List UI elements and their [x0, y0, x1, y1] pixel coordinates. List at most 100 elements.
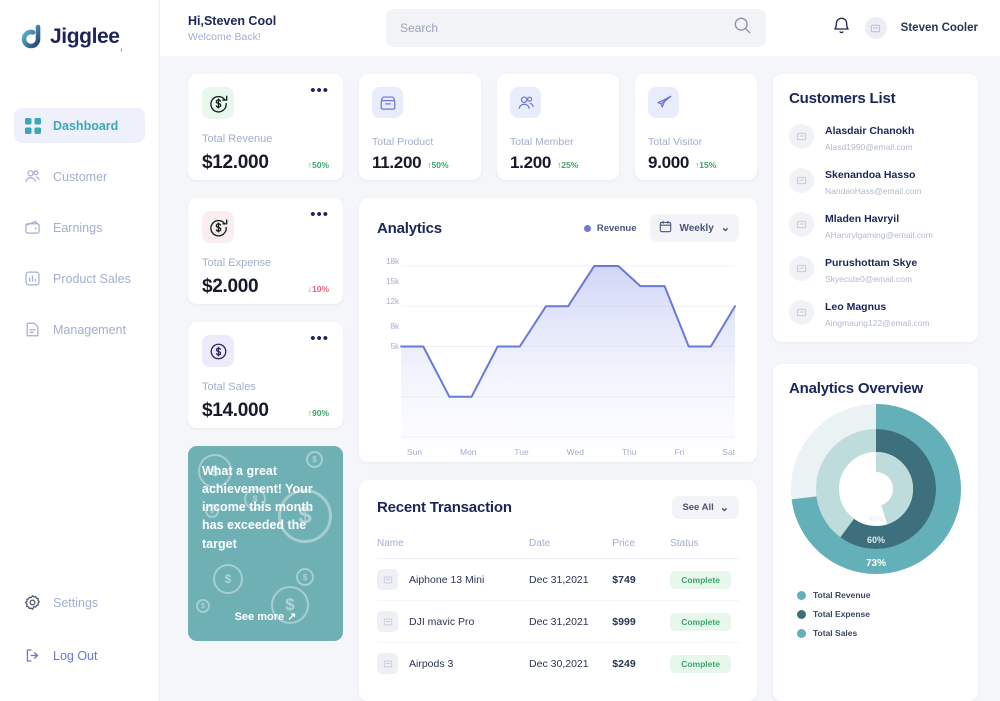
transaction-name: Aiphone 13 Mini — [409, 573, 485, 586]
donut-label-inner: 45% — [868, 514, 883, 523]
sidebar-item-dashboard[interactable]: Dashboard — [14, 108, 145, 143]
see-all-button[interactable]: See All ⌄ — [672, 496, 739, 519]
gear-icon — [24, 594, 41, 611]
search-icon[interactable] — [733, 16, 752, 40]
transaction-name: DJI mavic Pro — [409, 615, 475, 628]
coin-decoration-icon: $ — [296, 568, 314, 586]
table-row[interactable]: Aiphone 13 Mini Dec 31,2021 $749 Complet… — [377, 558, 739, 601]
sidebar-item-earnings[interactable]: Earnings — [14, 210, 145, 245]
jigglee-logo-icon — [18, 22, 48, 52]
search-input[interactable] — [400, 21, 733, 35]
topbar-right: Steven Cooler — [832, 16, 978, 41]
right-column: Customers List Alasdair Chanokh Alasd199… — [773, 74, 978, 701]
stat-label: Total Product — [372, 136, 434, 148]
avatar — [789, 256, 814, 281]
left-column: ••• Total Revenue $12.000 ↑50% ••• Total… — [188, 74, 343, 701]
customer-name: Mladen Havryil — [825, 213, 900, 225]
list-item[interactable]: Leo Magnus Aingmaung122@email.com — [789, 297, 962, 328]
stat-delta: ↓10% — [307, 284, 329, 294]
avatar[interactable] — [864, 17, 887, 39]
sidebar-item-label: Management — [53, 322, 126, 337]
brand-tail: , — [119, 38, 124, 53]
donut-svg: 45% 60% 73% — [790, 404, 961, 574]
sidebar-nav: Dashboard Customer Earnings Product Sale… — [0, 108, 159, 347]
calendar-icon — [659, 220, 672, 236]
list-item[interactable]: Skenandoa Hasso NandaoHass@email.com — [789, 165, 962, 196]
analytics-range-select[interactable]: Weekly ⌄ — [650, 214, 739, 242]
list-item[interactable]: Mladen Havryil AHarvrylgaming@email.com — [789, 209, 962, 240]
avatar — [789, 124, 814, 149]
stat-value: 9.000 — [648, 153, 690, 172]
stat-label: Total Expense — [202, 257, 272, 269]
middle-column: Total Product 11.200 ↑50% Total Member 1… — [359, 74, 757, 701]
sidebar-item-label: Log Out — [53, 648, 98, 663]
y-tick-label: 5k — [390, 342, 399, 351]
logout-icon — [24, 647, 41, 664]
y-tick-label: 18k — [386, 257, 399, 266]
stat-value: 11.200 — [372, 153, 422, 172]
legend-dot-icon — [797, 590, 806, 600]
stat-delta: ↑50% — [307, 160, 329, 170]
search-bar[interactable] — [386, 9, 766, 47]
avatar — [789, 300, 814, 325]
stat-card-total-revenue: ••• Total Revenue $12.000 ↑50% — [188, 74, 343, 180]
stat-delta: ↑15% — [695, 160, 717, 170]
card-menu-button[interactable]: ••• — [310, 83, 329, 98]
legend-item-total-expense: Total Expense — [797, 609, 880, 619]
promo-see-more-link[interactable]: See more ↗ — [188, 610, 343, 623]
card-menu-button[interactable]: ••• — [310, 207, 329, 222]
sidebar-item-customer[interactable]: Customer — [14, 159, 145, 194]
list-item[interactable]: Alasdair Chanokh Alasd1990@email.com — [789, 121, 962, 152]
transaction-date: Dec 31,2021 — [529, 558, 613, 601]
sidebar-item-settings[interactable]: Settings — [14, 585, 146, 620]
brand-logo[interactable]: Jigglee , — [0, 0, 159, 56]
sidebar-item-product-sales[interactable]: Product Sales — [14, 261, 145, 296]
user-name[interactable]: Steven Cooler — [901, 22, 978, 34]
card-menu-button[interactable]: ••• — [310, 331, 329, 346]
notification-bell-icon[interactable] — [832, 16, 851, 41]
expense-icon — [202, 211, 234, 243]
table-row[interactable]: Airpods 3 Dec 30,2021 $249 Complete — [377, 643, 739, 685]
transaction-date: Dec 30,2021 — [529, 657, 589, 670]
analytics-card: Analytics Revenue Weekly ⌄ 18k 15k 12k 8… — [359, 198, 757, 462]
stat-card-total-visitor: Total Visitor 9.000 ↑15% — [635, 74, 757, 180]
chevron-down-icon: ⌄ — [720, 222, 730, 234]
promo-card[interactable]: $ $ $ $ $ $ $ $ $ What a great achieveme… — [188, 446, 343, 641]
stat-card-total-product: Total Product 11.200 ↑50% — [359, 74, 481, 180]
coin-decoration-icon: $ — [213, 564, 243, 594]
stat-label: Total Member — [510, 136, 574, 148]
x-tick-label: Mon — [460, 447, 477, 458]
customer-name: Purushottam Skye — [825, 257, 918, 269]
recent-transaction-card: Recent Transaction See All ⌄ Name Date P… — [359, 480, 757, 701]
sidebar-item-logout[interactable]: Log Out — [14, 638, 146, 673]
stat-value: 1.200 — [510, 153, 552, 172]
topbar: Hi,Steven Cool Welcome Back! Search Stev… — [160, 0, 1000, 56]
legend-label: Revenue — [596, 222, 637, 234]
document-icon — [24, 321, 41, 338]
users-icon — [24, 168, 41, 185]
x-tick-label: Sat — [722, 447, 735, 458]
table-header-row: Name Date Price Status — [377, 531, 739, 559]
revenue-icon — [202, 87, 234, 119]
box-icon — [372, 87, 403, 118]
x-tick-label: Thu — [621, 447, 637, 458]
legend-label: Total Revenue — [813, 590, 871, 600]
transaction-name: Airpods 3 — [409, 657, 454, 670]
table-row[interactable]: DJI mavic Pro Dec 31,2021 $999 Complete — [377, 600, 739, 643]
sidebar-item-label: Customer — [53, 169, 108, 184]
see-all-label: See All — [682, 502, 714, 513]
list-item[interactable]: Purushottam Skye Skyecute0@email.com — [789, 253, 962, 284]
x-tick-label: Sun — [407, 447, 423, 458]
greeting-block: Hi,Steven Cool Welcome Back! — [188, 14, 338, 43]
donut-label-outer: 73% — [865, 558, 885, 569]
customer-email: AHarvrylgaming@email.com — [825, 230, 933, 240]
sidebar-item-management[interactable]: Management — [14, 312, 145, 347]
stat-delta: ↑50% — [427, 160, 449, 170]
analytics-chart: 18k 15k 12k 8k 5k Sun Mon Tue Wed Thu Fr… — [377, 256, 739, 457]
content-grid: ••• Total Revenue $12.000 ↑50% ••• Total… — [160, 56, 1000, 701]
stat-label: Total Revenue — [202, 133, 273, 145]
stat-label: Total Visitor — [648, 136, 703, 148]
stat-delta: ↑90% — [307, 408, 329, 418]
sales-icon — [202, 335, 234, 367]
legend-label: Total Expense — [813, 609, 870, 619]
